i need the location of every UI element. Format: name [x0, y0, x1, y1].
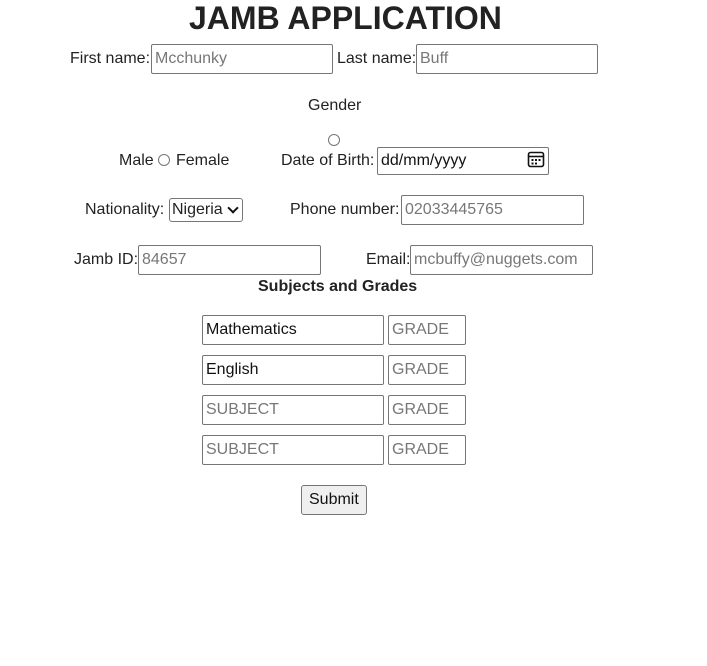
submit-button[interactable]: Submit [301, 485, 367, 515]
subjects-heading: Subjects and Grades [258, 278, 418, 295]
subject-input-1[interactable] [202, 315, 384, 345]
last-name-label: Last name: [337, 50, 417, 67]
subject-input-2[interactable] [202, 355, 384, 385]
female-radio[interactable] [328, 134, 340, 146]
female-label: Female [176, 152, 230, 169]
grade-input-4[interactable] [388, 435, 466, 465]
calendar-icon[interactable] [527, 150, 545, 173]
subject-input-3[interactable] [202, 395, 384, 425]
first-name-input[interactable] [151, 44, 333, 74]
dob-label: Date of Birth: [281, 152, 375, 169]
email-input[interactable] [410, 245, 593, 275]
email-label: Email: [366, 251, 411, 268]
phone-label: Phone number: [290, 201, 400, 218]
dob-value: dd/mm/yyyy [381, 152, 467, 169]
grade-input-2[interactable] [388, 355, 466, 385]
grade-input-1[interactable] [388, 315, 466, 345]
subject-input-4[interactable] [202, 435, 384, 465]
phone-input[interactable] [401, 195, 584, 225]
male-label: Male [119, 152, 154, 169]
nationality-label: Nationality: [85, 201, 165, 218]
nationality-selected: Nigeria [172, 201, 223, 218]
gender-heading: Gender [308, 97, 362, 114]
male-radio[interactable] [158, 154, 170, 166]
chevron-down-icon [227, 202, 239, 214]
grade-input-3[interactable] [388, 395, 466, 425]
page-title: JAMB APPLICATION [189, 0, 502, 36]
nationality-select[interactable]: Nigeria [169, 198, 243, 222]
jamb-id-label: Jamb ID: [74, 251, 139, 268]
dob-input[interactable]: dd/mm/yyyy [377, 147, 549, 175]
last-name-input[interactable] [416, 44, 598, 74]
jamb-id-input[interactable] [138, 245, 321, 275]
first-name-label: First name: [70, 50, 151, 67]
